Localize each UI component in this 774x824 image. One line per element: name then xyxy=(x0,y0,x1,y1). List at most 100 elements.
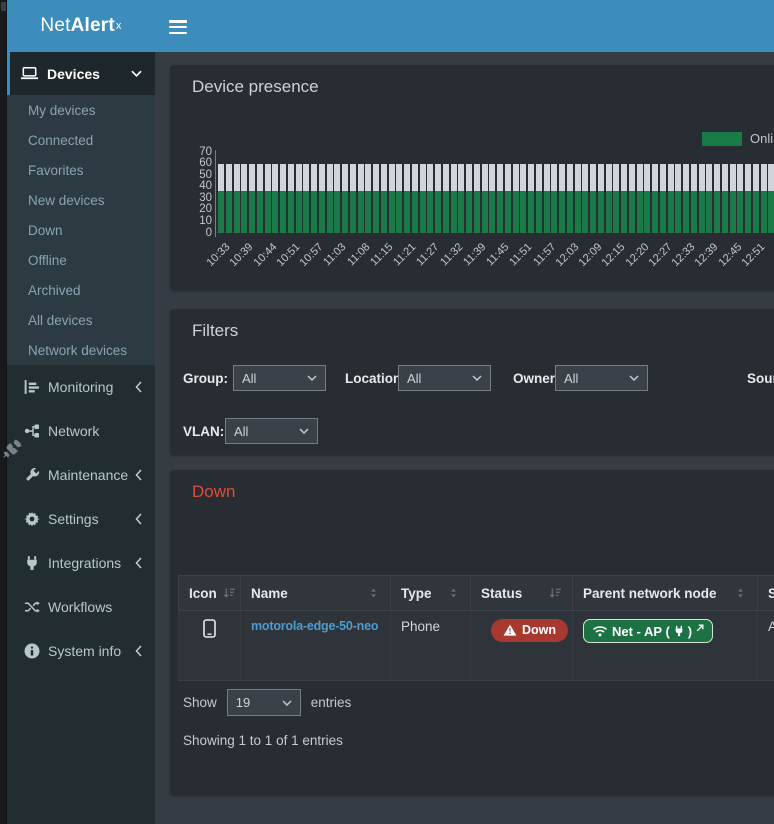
sidebar-item-workflows[interactable]: Workflows xyxy=(7,585,155,629)
bar-gray-segment xyxy=(427,164,433,192)
bar-gray-segment xyxy=(288,164,294,192)
column-header-icon[interactable]: Icon xyxy=(179,576,241,610)
bar-online-segment xyxy=(389,191,395,233)
y-tick-label: 50 xyxy=(178,169,212,182)
bar-online-segment xyxy=(691,191,697,233)
filter-select-location[interactable]: All xyxy=(398,365,491,391)
bar-gray-segment xyxy=(489,164,495,192)
sidebar-subitem-new-devices[interactable]: New devices xyxy=(7,185,155,215)
cell-type: Phone xyxy=(391,611,471,680)
hamburger-menu-icon[interactable] xyxy=(169,20,187,34)
sidebar-item-integrations[interactable]: Integrations xyxy=(7,541,155,585)
bar-online-segment xyxy=(350,191,356,233)
sidebar-item-system-info[interactable]: System info xyxy=(7,629,155,673)
y-tick-label: 20 xyxy=(178,203,212,216)
bar-online-segment xyxy=(443,191,449,233)
bar-gray-segment xyxy=(668,164,674,192)
down-devices-panel: Down IconNameTypeStatusParent network no… xyxy=(170,470,774,795)
bar-online-segment xyxy=(668,191,674,233)
subitem-label: All devices xyxy=(28,313,93,328)
sidebar-subitem-favorites[interactable]: Favorites xyxy=(7,155,155,185)
bar-gray-segment xyxy=(350,164,356,192)
bar-online-segment xyxy=(342,191,348,233)
bar-online-segment xyxy=(575,191,581,233)
column-header-parent-network-node[interactable]: Parent network node xyxy=(573,576,758,610)
bar-gray-segment xyxy=(745,164,751,192)
filter-select-owner[interactable]: All xyxy=(555,365,648,391)
sidebar-subitem-all-devices[interactable]: All devices xyxy=(7,305,155,335)
parent-node-badge[interactable]: Net - AP () xyxy=(583,619,713,643)
sidebar-item-settings[interactable]: Settings xyxy=(7,497,155,541)
filter-select-value: All xyxy=(564,371,578,386)
bar-online-segment xyxy=(761,191,767,233)
bar-gray-segment xyxy=(226,164,232,192)
sidebar-subitem-offline[interactable]: Offline xyxy=(7,245,155,275)
bar-gray-segment xyxy=(249,164,255,192)
bar-gray-segment xyxy=(505,164,511,192)
bar-gray-segment xyxy=(474,164,480,192)
bar-gray-segment xyxy=(381,164,387,192)
filter-select-group[interactable]: All xyxy=(233,365,326,391)
bar-online-segment xyxy=(489,191,495,233)
sidebar-subitem-network-devices[interactable]: Network devices xyxy=(7,335,155,365)
sidebar-subitem-down[interactable]: Down xyxy=(7,215,155,245)
bar-online-segment xyxy=(412,191,418,233)
bar-online-segment xyxy=(311,191,317,233)
bar-gray-segment xyxy=(582,164,588,192)
sidebar-item-devices[interactable]: Devices xyxy=(7,52,155,95)
chart-legend[interactable]: Online xyxy=(702,131,774,146)
bar-gray-segment xyxy=(559,164,565,192)
chevron-down-icon xyxy=(131,70,142,77)
bar-gray-segment xyxy=(567,164,573,192)
brand-logo[interactable]: NetAlertx xyxy=(7,0,155,52)
sidebar-submenu: My devicesConnectedFavoritesNew devicesD… xyxy=(7,95,155,365)
sidebar-menu: MonitoringNetworkMaintenanceSettingsInte… xyxy=(7,365,155,673)
bar-online-segment xyxy=(513,191,519,233)
sidebar-item-maintenance[interactable]: Maintenance xyxy=(7,453,155,497)
bar-gray-segment xyxy=(257,164,263,192)
scrollbar-thumb[interactable] xyxy=(1,2,6,11)
page-size-select[interactable]: 19 xyxy=(227,689,301,716)
bar-online-segment xyxy=(644,191,650,233)
bar-gray-segment xyxy=(613,164,619,192)
column-header-type[interactable]: Type xyxy=(391,576,471,610)
bar-gray-segment xyxy=(342,164,348,192)
network-icon xyxy=(24,423,40,439)
rocket-icon[interactable] xyxy=(1,438,23,460)
sidebar-subitem-archived[interactable]: Archived xyxy=(7,275,155,305)
table-row: motorola-edge-50-neo Phone Down Net - AP ()… xyxy=(178,611,774,681)
bar-gray-segment xyxy=(311,164,317,192)
bar-gray-segment xyxy=(753,164,759,192)
legend-label-online: Online xyxy=(750,131,774,146)
bar-gray-segment xyxy=(551,164,557,192)
page-size-value: 19 xyxy=(236,695,250,710)
bar-gray-segment xyxy=(373,164,379,192)
filter-select-vlan[interactable]: All xyxy=(225,418,318,444)
bar-online-segment xyxy=(327,191,333,233)
external-link-icon xyxy=(696,624,704,632)
sidebar-subitem-my-devices[interactable]: My devices xyxy=(7,95,155,125)
column-header-name[interactable]: Name xyxy=(241,576,391,610)
bar-online-segment xyxy=(551,191,557,233)
panel-title-device-presence: Device presence xyxy=(192,77,319,97)
main-content: Device presence Online 010203040506070 1… xyxy=(155,52,774,824)
sidebar-item-monitoring[interactable]: Monitoring xyxy=(7,365,155,409)
status-badge-down: Down xyxy=(491,619,568,642)
bar-gray-segment xyxy=(265,164,271,192)
device-name-link[interactable]: motorola-edge-50-neo xyxy=(251,619,378,633)
netalertx-app: NetAlertx Devices My devicesConnectedFav… xyxy=(0,0,774,824)
filters-panel: Filters Group:AllLocation:AllOwner:AllSo… xyxy=(170,309,774,455)
sidebar-item-label: System info xyxy=(48,643,121,659)
bar-online-segment xyxy=(706,191,712,233)
column-header-status[interactable]: Status xyxy=(471,576,573,610)
sidebar-subitem-connected[interactable]: Connected xyxy=(7,125,155,155)
column-header-site[interactable]: Site xyxy=(758,576,774,610)
bar-gray-segment xyxy=(598,164,604,192)
bar-gray-segment xyxy=(358,164,364,192)
bar-gray-segment xyxy=(590,164,596,192)
left-scrollbar-strip[interactable] xyxy=(0,0,7,824)
bar-gray-segment xyxy=(319,164,325,192)
chevron-left-icon xyxy=(135,513,142,525)
sidebar-item-network[interactable]: Network xyxy=(7,409,155,453)
bar-gray-segment xyxy=(660,164,666,192)
